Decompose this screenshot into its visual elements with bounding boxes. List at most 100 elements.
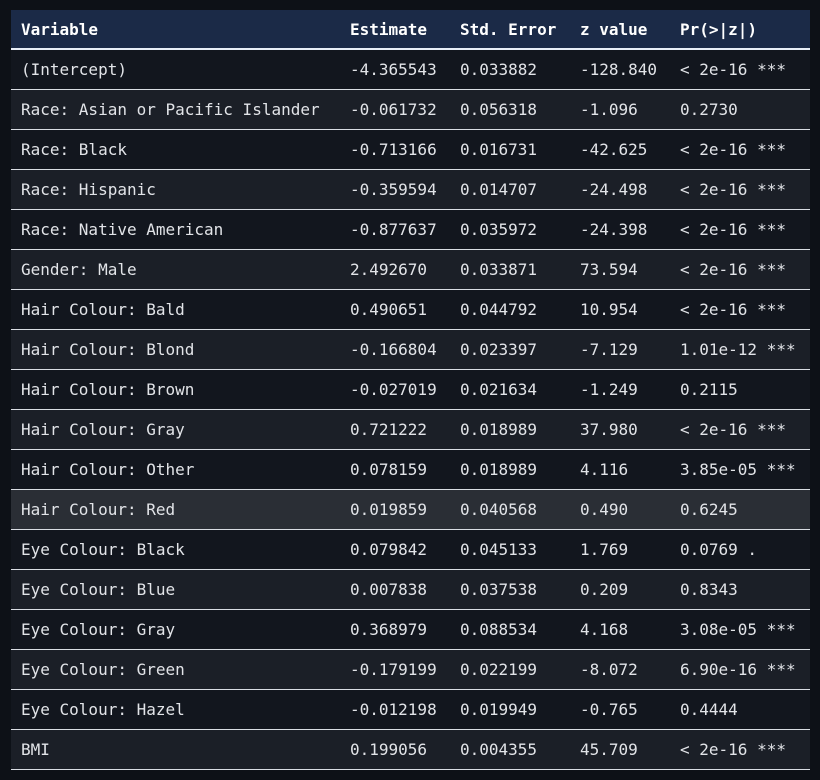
cell-std-error: 0.016731 <box>460 139 538 159</box>
table-row[interactable]: Eye Colour: Gray 0.368979 0.088534 4.168 3.0… <box>11 609 810 649</box>
cell-std-error: 0.037538 <box>460 579 538 599</box>
table-row[interactable]: (Intercept) -4.365543 0.033882 -128.840 < 2e… <box>11 49 810 89</box>
cell-p-value: 0.2730 <box>680 99 738 119</box>
cell-std-error: 0.035972 <box>460 219 538 239</box>
cell-z-value: -24.398 <box>580 219 648 239</box>
cell-z-value: 1.769 <box>580 539 629 559</box>
cell-std-error: 0.018989 <box>460 419 538 439</box>
cell-std-error: 0.004355 <box>460 739 538 759</box>
table-row[interactable]: Race: Hispanic -0.359594 0.014707 -24.498 < … <box>11 169 810 209</box>
cell-variable: Race: Hispanic <box>21 179 156 199</box>
cell-estimate: -4.365543 <box>350 59 437 79</box>
table-header: Variable Estimate Std. Error z value Pr(… <box>11 10 810 50</box>
cell-z-value: 4.168 <box>580 619 629 639</box>
cell-z-value: -8.072 <box>580 659 638 679</box>
table-row[interactable]: Race: Asian or Pacific Islander -0.061732… <box>11 89 810 129</box>
cell-estimate: 0.721222 <box>350 419 428 439</box>
table-row[interactable]: Eye Colour: Hazel -0.012198 0.019949 -0.765… <box>11 689 810 729</box>
cell-p-value: 0.2115 <box>680 379 738 399</box>
header-p-value[interactable]: Pr(>|z|) <box>670 10 810 50</box>
cell-variable: (Intercept) <box>21 59 127 79</box>
cell-z-value: 0.490 <box>580 499 629 519</box>
cell-std-error: 0.040568 <box>460 499 538 519</box>
cell-estimate: 0.490651 <box>350 299 428 319</box>
header-std-error[interactable]: Std. Error <box>450 10 570 50</box>
cell-p-value: 0.4444 <box>680 699 738 719</box>
table-row[interactable]: Hair Colour: Gray 0.721222 0.018989 37.980 <… <box>11 409 810 449</box>
cell-p-value: < 2e-16 *** <box>680 259 786 279</box>
cell-std-error: 0.018989 <box>460 459 538 479</box>
cell-estimate: -0.179199 <box>350 659 437 679</box>
cell-p-value: 3.85e-05 *** <box>680 459 796 479</box>
cell-z-value: -1.249 <box>580 379 638 399</box>
table-row[interactable]: Hair Colour: Blond -0.166804 0.023397 -7.12… <box>11 329 810 369</box>
cell-p-value: 3.08e-05 *** <box>680 619 796 639</box>
cell-z-value: 45.709 <box>580 739 638 759</box>
table-row[interactable]: Eye Colour: Black 0.079842 0.045133 1.769 0.… <box>11 529 810 569</box>
cell-p-value: < 2e-16 *** <box>680 219 786 239</box>
cell-estimate: 2.492670 <box>350 259 428 279</box>
cell-z-value: -42.625 <box>580 139 648 159</box>
cell-estimate: 0.019859 <box>350 499 428 519</box>
header-variable[interactable]: Variable <box>11 10 340 50</box>
cell-variable: Gender: Male <box>21 259 137 279</box>
cell-estimate: 0.078159 <box>350 459 428 479</box>
table-row[interactable]: BMI 0.199056 0.004355 45.709 < 2e-16 *** <box>11 729 810 769</box>
cell-std-error: 0.019949 <box>460 699 538 719</box>
cell-estimate: -0.061732 <box>350 99 437 119</box>
table-row[interactable]: Race: Black -0.713166 0.016731 -42.625 < 2e-… <box>11 129 810 169</box>
cell-p-value: < 2e-16 *** <box>680 179 786 199</box>
cell-z-value: -128.840 <box>580 59 658 79</box>
cell-z-value: 37.980 <box>580 419 638 439</box>
header-z-value[interactable]: z value <box>570 10 670 50</box>
header-row: Variable Estimate Std. Error z value Pr(… <box>11 10 810 50</box>
cell-variable: Hair Colour: Red <box>21 499 176 519</box>
cell-estimate: -0.359594 <box>350 179 437 199</box>
cell-z-value: 0.209 <box>580 579 629 599</box>
cell-z-value: -0.765 <box>580 699 638 719</box>
cell-std-error: 0.021634 <box>460 379 538 399</box>
cell-z-value: -24.498 <box>580 179 648 199</box>
cell-variable: Hair Colour: Gray <box>21 419 185 439</box>
cell-variable: Race: Native American <box>21 219 224 239</box>
cell-z-value: -7.129 <box>580 339 638 359</box>
cell-p-value: 0.6245 <box>680 499 738 519</box>
cell-p-value: < 2e-16 *** <box>680 139 786 159</box>
cell-variable: Race: Black <box>21 139 127 159</box>
cell-variable: Eye Colour: Hazel <box>21 699 185 719</box>
cell-estimate: 0.368979 <box>350 619 428 639</box>
table-container: Variable Estimate Std. Error z value Pr(… <box>0 0 820 780</box>
table-row[interactable]: Hair Colour: Red 0.019859 0.040568 0.490 0.6… <box>11 489 810 529</box>
regression-table: Variable Estimate Std. Error z value Pr(… <box>11 10 810 770</box>
cell-p-value: < 2e-16 *** <box>680 299 786 319</box>
cell-variable: Hair Colour: Other <box>21 459 195 479</box>
table-body: (Intercept) -4.365543 0.033882 -128.840 < 2e… <box>11 49 810 769</box>
table-row[interactable]: Hair Colour: Other 0.078159 0.018989 4.116 3… <box>11 449 810 489</box>
cell-variable: Race: Asian or Pacific Islander <box>21 99 320 119</box>
cell-p-value: < 2e-16 *** <box>680 419 786 439</box>
cell-std-error: 0.033871 <box>460 259 538 279</box>
cell-std-error: 0.044792 <box>460 299 538 319</box>
cell-std-error: 0.056318 <box>460 99 538 119</box>
table-row[interactable]: Hair Colour: Bald 0.490651 0.044792 10.954 <… <box>11 289 810 329</box>
cell-std-error: 0.014707 <box>460 179 538 199</box>
cell-estimate: 0.199056 <box>350 739 428 759</box>
table-row[interactable]: Eye Colour: Blue 0.007838 0.037538 0.209 0.8… <box>11 569 810 609</box>
table-row[interactable]: Eye Colour: Green -0.179199 0.022199 -8.072… <box>11 649 810 689</box>
table-row[interactable]: Gender: Male 2.492670 0.033871 73.594 < 2e-1… <box>11 249 810 289</box>
cell-p-value: 0.0769 . <box>680 539 758 559</box>
cell-variable: Hair Colour: Bald <box>21 299 185 319</box>
table-row[interactable]: Hair Colour: Brown -0.027019 0.021634 -1.24… <box>11 369 810 409</box>
cell-variable: Eye Colour: Gray <box>21 619 176 639</box>
cell-p-value: 1.01e-12 *** <box>680 339 796 359</box>
cell-p-value: < 2e-16 *** <box>680 739 786 759</box>
cell-estimate: -0.166804 <box>350 339 437 359</box>
cell-variable: BMI <box>21 739 50 759</box>
cell-p-value: < 2e-16 *** <box>680 59 786 79</box>
cell-estimate: 0.079842 <box>350 539 428 559</box>
header-estimate[interactable]: Estimate <box>340 10 450 50</box>
table-row[interactable]: Race: Native American -0.877637 0.035972 -2… <box>11 209 810 249</box>
cell-std-error: 0.022199 <box>460 659 538 679</box>
cell-std-error: 0.088534 <box>460 619 538 639</box>
cell-z-value: -1.096 <box>580 99 638 119</box>
